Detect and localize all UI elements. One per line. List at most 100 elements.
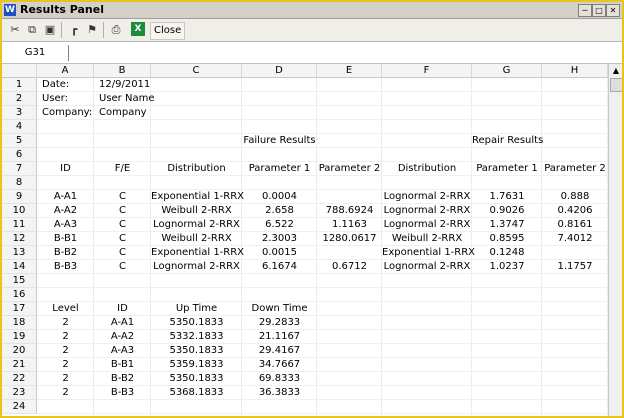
column-header-b[interactable]: B	[94, 64, 151, 78]
formula-input[interactable]	[72, 45, 612, 60]
cell-a11[interactable]: A-A3	[37, 218, 94, 232]
row-header-9[interactable]: 9	[2, 190, 37, 204]
cell-c14[interactable]: Lognormal 2-RRX	[151, 260, 242, 274]
row-header-22[interactable]: 22	[2, 372, 37, 386]
cell-b12[interactable]: C	[94, 232, 151, 246]
column-header-h[interactable]: H	[542, 64, 608, 78]
column-header-a[interactable]: A	[37, 64, 94, 78]
cell-h14[interactable]: 1.1757	[542, 260, 608, 274]
select-all-corner[interactable]	[2, 64, 37, 78]
cell-b7[interactable]: F/E	[94, 162, 151, 176]
cell-h10[interactable]: 0.4206	[542, 204, 608, 218]
cell-c7[interactable]: Distribution	[151, 162, 242, 176]
cell-g5[interactable]: Repair Results	[472, 134, 543, 148]
cell-f10[interactable]: Lognormal 2-RRX	[382, 204, 472, 218]
cell-d14[interactable]: 6.1674	[242, 260, 317, 274]
row-header-23[interactable]: 23	[2, 386, 37, 400]
row-header-17[interactable]: 17	[2, 302, 37, 316]
scroll-thumb[interactable]	[610, 78, 622, 92]
cell-a20[interactable]: 2	[37, 344, 94, 358]
cell-h12[interactable]: 7.4012	[542, 232, 608, 246]
row-header-3[interactable]: 3	[2, 106, 37, 120]
cell-a18[interactable]: 2	[37, 316, 94, 330]
cell-e14[interactable]: 0.6712	[317, 260, 382, 274]
cell-d5[interactable]: Failure Results	[242, 134, 317, 148]
cell-d20[interactable]: 29.4167	[242, 344, 317, 358]
cell-c20[interactable]: 5350.1833	[151, 344, 242, 358]
cell-b17[interactable]: ID	[94, 302, 151, 316]
cell-d10[interactable]: 2.658	[242, 204, 317, 218]
cell-e11[interactable]: 1.1163	[317, 218, 382, 232]
column-header-f[interactable]: F	[382, 64, 472, 78]
column-header-c[interactable]: C	[151, 64, 242, 78]
cell-h9[interactable]: 0.888	[542, 190, 608, 204]
scroll-up-arrow-icon[interactable]: ▲	[609, 64, 622, 77]
cell-a10[interactable]: A-A2	[37, 204, 94, 218]
cell-c23[interactable]: 5368.1833	[151, 386, 242, 400]
cell-g11[interactable]: 1.3747	[472, 218, 542, 232]
print-icon[interactable]: ⎙	[108, 22, 124, 38]
row-header-5[interactable]: 5	[2, 134, 37, 148]
paste-icon[interactable]: ▣	[42, 22, 58, 38]
cell-d11[interactable]: 6.522	[242, 218, 317, 232]
row-header-10[interactable]: 10	[2, 204, 37, 218]
cell-g14[interactable]: 1.0237	[472, 260, 542, 274]
cell-d23[interactable]: 36.3833	[242, 386, 317, 400]
cell-c19[interactable]: 5332.1833	[151, 330, 242, 344]
cell-d19[interactable]: 21.1167	[242, 330, 317, 344]
close-window-button[interactable]: ✕	[606, 4, 620, 17]
cell-reference-box[interactable]: G31	[6, 45, 64, 60]
cell-c9[interactable]: Exponential 1-RRX	[151, 190, 244, 204]
cell-g10[interactable]: 0.9026	[472, 204, 542, 218]
cell-d22[interactable]: 69.8333	[242, 372, 317, 386]
cell-a9[interactable]: A-A1	[37, 190, 94, 204]
cell-a21[interactable]: 2	[37, 358, 94, 372]
cell-b14[interactable]: C	[94, 260, 151, 274]
cell-a2[interactable]: User:	[42, 92, 68, 106]
row-header-24[interactable]: 24	[2, 400, 37, 414]
cell-g9[interactable]: 1.7631	[472, 190, 542, 204]
row-header-20[interactable]: 20	[2, 344, 37, 358]
cell-b18[interactable]: A-A1	[94, 316, 151, 330]
cell-a3[interactable]: Company:	[42, 106, 92, 120]
cell-a12[interactable]: B-B1	[37, 232, 94, 246]
cell-e9[interactable]	[317, 190, 382, 204]
cell-h7[interactable]: Parameter 2	[542, 162, 608, 176]
minimize-button[interactable]: ─	[578, 4, 592, 17]
cell-a1[interactable]: Date:	[42, 78, 69, 92]
cell-c22[interactable]: 5350.1833	[151, 372, 242, 386]
cell-b9[interactable]: C	[94, 190, 151, 204]
cell-a17[interactable]: Level	[37, 302, 94, 316]
row-header-15[interactable]: 15	[2, 274, 37, 288]
cell-f7[interactable]: Distribution	[382, 162, 472, 176]
row-header-7[interactable]: 7	[2, 162, 37, 176]
cell-c18[interactable]: 5350.1833	[151, 316, 242, 330]
cell-c11[interactable]: Lognormal 2-RRX	[151, 218, 242, 232]
cell-f14[interactable]: Lognormal 2-RRX	[382, 260, 472, 274]
cell-c10[interactable]: Weibull 2-RRX	[151, 204, 242, 218]
row-header-14[interactable]: 14	[2, 260, 37, 274]
column-header-d[interactable]: D	[242, 64, 317, 78]
cell-b19[interactable]: A-A2	[94, 330, 151, 344]
row-header-18[interactable]: 18	[2, 316, 37, 330]
row-header-6[interactable]: 6	[2, 148, 37, 162]
row-header-1[interactable]: 1	[2, 78, 37, 92]
cell-a14[interactable]: B-B3	[37, 260, 94, 274]
cell-b22[interactable]: B-B2	[94, 372, 151, 386]
cell-f11[interactable]: Lognormal 2-RRX	[382, 218, 472, 232]
page-setup-icon[interactable]: ┏	[66, 22, 82, 38]
close-button[interactable]: Close	[150, 22, 186, 40]
row-header-13[interactable]: 13	[2, 246, 37, 260]
cell-b11[interactable]: C	[94, 218, 151, 232]
cell-h11[interactable]: 0.8161	[542, 218, 608, 232]
cell-f12[interactable]: Weibull 2-RRX	[382, 232, 472, 246]
cell-f9[interactable]: Lognormal 2-RRX	[382, 190, 472, 204]
row-header-16[interactable]: 16	[2, 288, 37, 302]
cell-b13[interactable]: C	[94, 246, 151, 260]
cell-d18[interactable]: 29.2833	[242, 316, 317, 330]
cell-a22[interactable]: 2	[37, 372, 94, 386]
cell-b21[interactable]: B-B1	[94, 358, 151, 372]
cell-g7[interactable]: Parameter 1	[472, 162, 542, 176]
excel-export-icon[interactable]: X	[131, 22, 145, 36]
cell-a23[interactable]: 2	[37, 386, 94, 400]
